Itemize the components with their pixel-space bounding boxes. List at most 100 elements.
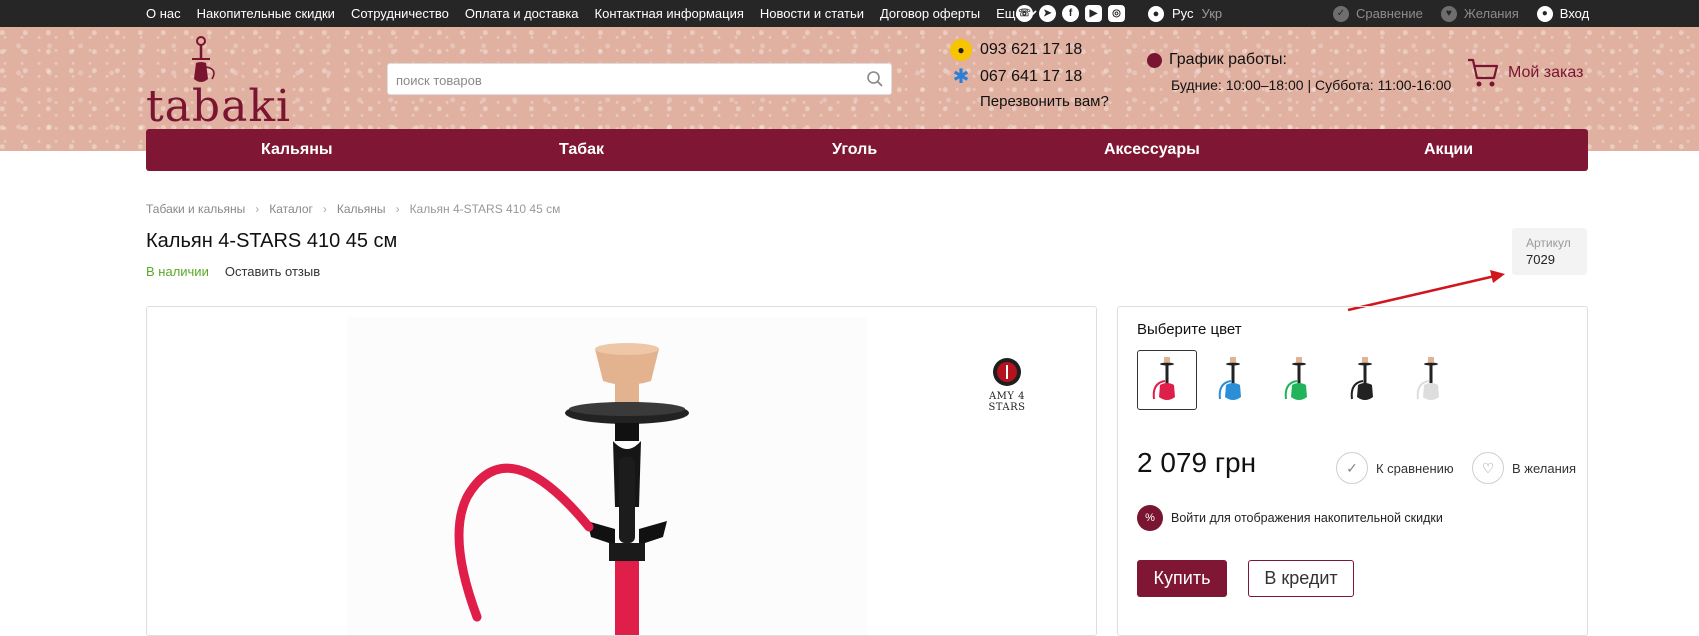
social-links: ☏ ➤ f ▶ ◎ [1016, 5, 1125, 22]
product-price: 2 079 грн [1137, 447, 1257, 478]
schedule-title: График работы: [1169, 51, 1287, 68]
nav-item-coal[interactable]: Уголь [832, 141, 877, 159]
phone-lifecell[interactable]: ● 093 621 17 18 [950, 36, 1109, 63]
chevron-right-icon: › [255, 202, 260, 216]
sku-value: 7029 [1526, 252, 1555, 267]
purchase-panel: Выберите цвет 2 079 грн ✓ К сравнению ♡ … [1117, 306, 1588, 636]
hookah-thumbnail-icon [1218, 357, 1241, 400]
telegram-icon[interactable]: ➤ [1039, 5, 1056, 22]
login-link[interactable]: ● Вход [1536, 5, 1590, 22]
color-swatch-green[interactable] [1269, 350, 1329, 410]
top-link-news[interactable]: Новости и статьи [760, 6, 864, 21]
percent-badge-icon: % [1137, 505, 1163, 531]
lang-uk[interactable]: Укр [1202, 6, 1223, 21]
color-swatch-black[interactable] [1335, 350, 1395, 410]
page-title: Кальян 4-STARS 410 45 см [146, 230, 398, 252]
phones-block: ● 093 621 17 18 ✱ 067 641 17 18 Перезвон… [950, 36, 1109, 114]
hookah-thumbnail-icon [1350, 357, 1373, 400]
nav-item-accessories[interactable]: Аксессуары [1104, 141, 1200, 159]
logo[interactable]: tabaki [146, 31, 290, 132]
top-link-offer[interactable]: Договор оферты [880, 6, 980, 21]
logo-text: tabaki [146, 81, 292, 132]
breadcrumb: Табаки и кальяны › Каталог › Кальяны › К… [146, 202, 560, 216]
brand-badge: AMY 4 STARS [975, 355, 1039, 413]
cart-label: Мой заказ [1508, 64, 1584, 81]
heart-icon: ♡ [1472, 452, 1504, 484]
login-label: Вход [1559, 6, 1590, 21]
buy-button[interactable]: Купить [1137, 560, 1227, 597]
add-to-compare-label: К сравнению [1376, 460, 1454, 476]
main-nav: Кальяны Табак Уголь Аксессуары Акции [146, 129, 1588, 171]
facebook-icon[interactable]: f [1062, 5, 1079, 22]
phone-kyivstar[interactable]: ✱ 067 641 17 18 [950, 63, 1109, 90]
schedule-hours: Будние: 10:00–18:00 | Суббота: 11:00-16:… [1171, 77, 1452, 93]
hookah-thumbnail-icon [1152, 357, 1175, 400]
chevron-right-icon: › [395, 202, 400, 216]
search-icon[interactable] [866, 70, 884, 88]
lang-ru[interactable]: Рус [1172, 6, 1194, 21]
phone-number-2: 067 641 17 18 [980, 67, 1083, 85]
discount-text: для отображения накопительной скидки [1209, 511, 1443, 525]
top-link-discounts[interactable]: Накопительные скидки [197, 6, 335, 21]
compare-label: Сравнение [1356, 6, 1423, 21]
search-box [387, 63, 892, 95]
breadcrumb-current: Кальян 4-STARS 410 45 см [409, 202, 561, 216]
youtube-icon[interactable]: ▶ [1085, 5, 1102, 22]
breadcrumb-item-home[interactable]: Табаки и кальяны [146, 202, 245, 216]
top-link-contacts[interactable]: Контактная информация [595, 6, 744, 21]
color-swatch-red[interactable] [1137, 350, 1197, 410]
color-swatch-white[interactable] [1401, 350, 1461, 410]
brand-text: AMY 4 STARS [988, 391, 1026, 413]
globe-icon: ● [1148, 5, 1164, 22]
checkmark-icon: ✓ [1333, 5, 1349, 22]
top-link-cooperation[interactable]: Сотрудничество [351, 6, 449, 21]
compare-link[interactable]: ✓ Сравнение [1333, 5, 1423, 22]
user-icon: ● [1536, 5, 1553, 22]
cart-icon [1468, 58, 1499, 87]
credit-button[interactable]: В кредит [1248, 560, 1354, 597]
top-link-payment-delivery[interactable]: Оплата и доставка [465, 6, 579, 21]
product-status: В наличии Оставить отзыв [146, 264, 320, 279]
sku-box: Артикул 7029 [1512, 228, 1587, 275]
instagram-icon[interactable]: ◎ [1108, 5, 1125, 22]
language-switch: ● Рус Укр [1148, 0, 1222, 27]
chevron-right-icon: › [322, 202, 327, 216]
nav-item-tobacco[interactable]: Табак [559, 141, 604, 159]
leave-review-link[interactable]: Оставить отзыв [225, 264, 320, 279]
schedule: График работы: Будние: 10:00–18:00 | Суб… [1147, 51, 1451, 93]
breadcrumb-item-hookahs[interactable]: Кальяны [337, 202, 386, 216]
brand-seal-icon [993, 358, 1021, 386]
lifecell-icon: ● [950, 38, 972, 61]
kyivstar-icon: ✱ [952, 66, 970, 88]
search-input[interactable] [396, 70, 836, 90]
color-swatch-blue[interactable] [1203, 350, 1263, 410]
hookah-product-image [347, 317, 867, 635]
callback-link[interactable]: Перезвонить вам? [980, 90, 1109, 114]
product-gallery[interactable]: AMY 4 STARS [146, 306, 1097, 636]
cart-link[interactable]: Мой заказ [1466, 57, 1583, 89]
stock-status: В наличии [146, 264, 209, 279]
color-swatches [1137, 350, 1461, 410]
nav-item-promotions[interactable]: Акции [1424, 141, 1473, 159]
add-to-wishlist-button[interactable]: ♡ В желания [1472, 452, 1576, 484]
hookah-thumbnail-icon [1416, 357, 1439, 400]
discount-login-link[interactable]: Войти [1171, 511, 1206, 525]
checkmark-icon: ✓ [1336, 452, 1368, 484]
top-link-about[interactable]: О нас [146, 6, 181, 21]
viber-icon[interactable]: ☏ [1016, 5, 1033, 22]
clock-icon [1147, 52, 1162, 68]
phone-number-1: 093 621 17 18 [980, 40, 1083, 58]
wishlist-label: Желания [1463, 6, 1519, 21]
user-links: ✓ Сравнение ♥ Желания ● Вход [1333, 0, 1589, 27]
add-to-compare-button[interactable]: ✓ К сравнению [1336, 452, 1454, 484]
sku-label: Артикул [1526, 236, 1571, 250]
top-nav: О нас Накопительные скидки Сотрудничеств… [146, 0, 1037, 27]
breadcrumb-item-catalog[interactable]: Каталог [269, 202, 313, 216]
wishlist-link[interactable]: ♥ Желания [1440, 5, 1519, 22]
heart-icon: ♥ [1440, 5, 1457, 22]
top-bar: О нас Накопительные скидки Сотрудничеств… [0, 0, 1699, 27]
discount-notice: % Войти для отображения накопительной ск… [1137, 505, 1443, 531]
nav-item-hookahs[interactable]: Кальяны [261, 141, 333, 159]
choose-color-label: Выберите цвет [1137, 321, 1242, 338]
add-to-wishlist-label: В желания [1512, 460, 1577, 476]
